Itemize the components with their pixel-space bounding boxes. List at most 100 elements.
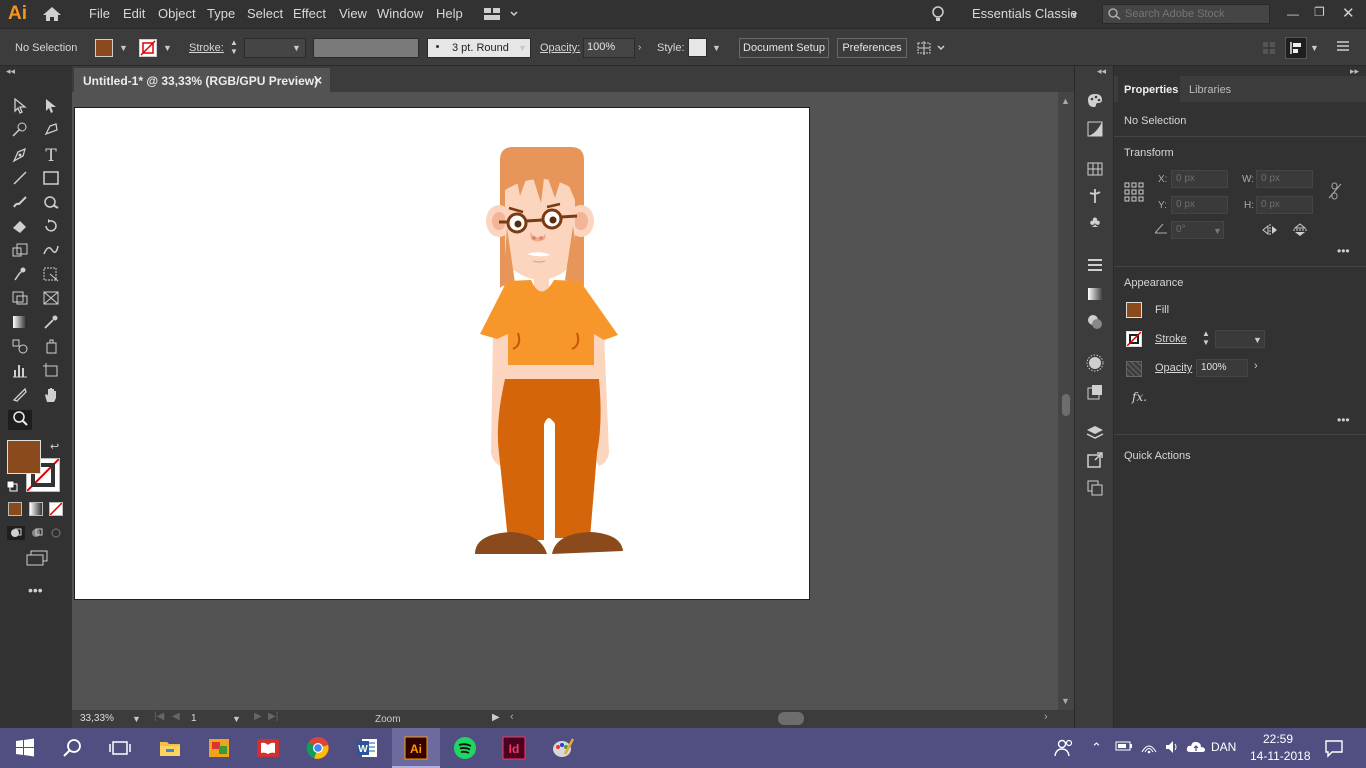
fill-swatch[interactable] [95, 39, 113, 57]
stroke-stepper[interactable]: ▲ ▼ [230, 38, 238, 56]
collapse-panel-icon[interactable]: ◂◂ [6, 66, 15, 77]
appearance-fill-swatch[interactable] [1126, 302, 1142, 318]
draw-normal-icon[interactable] [7, 526, 25, 540]
gradient-tool-icon[interactable] [8, 314, 32, 334]
menu-type[interactable]: Type [207, 6, 235, 21]
type-tool-icon[interactable]: T [39, 146, 63, 166]
input-language[interactable]: DAN [1211, 740, 1236, 754]
chevron-down-icon[interactable]: ▼ [1070, 10, 1079, 20]
w-field[interactable]: 0 px [1256, 170, 1313, 188]
eyedropper-tool-icon[interactable] [39, 314, 63, 334]
rectangle-tool-icon[interactable] [39, 170, 63, 190]
scroll-down-icon[interactable]: ▼ [1061, 696, 1070, 706]
more-tools-icon[interactable]: ••• [28, 582, 43, 598]
direct-selection-tool-icon[interactable] [39, 98, 63, 118]
puppet-warp-tool-icon[interactable] [8, 266, 32, 286]
photo-gallery-icon[interactable] [207, 736, 231, 760]
search-input[interactable] [1125, 6, 1265, 22]
windows-start-icon[interactable] [13, 736, 37, 760]
scroll-up-icon[interactable]: ▲ [1061, 96, 1070, 106]
scroll-thumb[interactable] [1062, 394, 1070, 416]
restore-icon[interactable]: ❐ [1314, 5, 1325, 19]
hand-tool-icon[interactable] [39, 386, 63, 406]
appearance-stroke-dropdown-icon[interactable]: ▼ [1253, 335, 1262, 345]
people-icon[interactable] [1052, 736, 1076, 760]
close-tab-icon[interactable]: × [314, 72, 322, 88]
menu-window[interactable]: Window [377, 6, 423, 21]
constrain-proportions-icon[interactable] [1327, 182, 1343, 203]
menu-help[interactable]: Help [436, 6, 463, 21]
spotify-icon[interactable] [453, 736, 477, 760]
magic-wand-tool-icon[interactable] [8, 122, 32, 142]
graphic-styles-icon[interactable] [1086, 383, 1104, 401]
artboard-number-field[interactable]: 1 [188, 712, 228, 726]
transform-icon[interactable] [917, 40, 947, 59]
artboard[interactable] [74, 107, 810, 600]
lightbulb-icon[interactable] [930, 5, 946, 26]
next-artboard-icon[interactable]: ▶ [254, 711, 262, 722]
clock-time[interactable]: 22:59 [1263, 732, 1293, 746]
volume-icon[interactable] [1165, 740, 1181, 757]
action-center-icon[interactable] [1322, 736, 1346, 760]
indesign-icon[interactable]: Id [502, 736, 526, 760]
gradient-mode-icon[interactable] [29, 502, 43, 516]
document-setup-button[interactable]: Document Setup [739, 38, 829, 58]
brush-definition[interactable]: 3 pt. Round [427, 38, 531, 58]
isolate-icon[interactable] [1262, 41, 1276, 58]
appearance-stroke-stepper[interactable]: ▲ ▼ [1202, 329, 1210, 347]
stroke-dropdown-icon[interactable]: ▼ [163, 43, 172, 53]
collapse-dock-icon[interactable]: ◂◂ [1097, 66, 1106, 77]
workspace-switcher[interactable]: Essentials Classic [972, 6, 1077, 21]
vertical-scrollbar[interactable]: ▲ ▼ [1058, 92, 1074, 710]
gradient-panel-icon[interactable] [1086, 285, 1104, 303]
column-graph-tool-icon[interactable] [8, 362, 32, 382]
first-artboard-icon[interactable]: |◀ [154, 711, 164, 722]
swap-colors-icon[interactable]: ↩ [50, 440, 59, 453]
reference-point-icon[interactable] [1124, 182, 1144, 205]
menu-view[interactable]: View [339, 6, 367, 21]
panel-menu-icon[interactable] [1336, 40, 1350, 55]
paint-app-icon[interactable] [551, 736, 575, 760]
appearance-panel-icon[interactable] [1086, 354, 1104, 372]
stroke-weight-dropdown-icon[interactable]: ▼ [292, 43, 301, 53]
blend-tool-icon[interactable] [8, 338, 32, 358]
appearance-opacity-expand-icon[interactable]: › [1254, 360, 1258, 372]
tab-libraries[interactable]: Libraries [1189, 84, 1231, 96]
artboard-dropdown-icon[interactable]: ▼ [232, 714, 241, 724]
search-stock-box[interactable] [1102, 4, 1270, 24]
warp-tool-icon[interactable] [39, 242, 63, 262]
line-tool-icon[interactable] [8, 170, 32, 190]
arrange-documents-icon[interactable] [484, 7, 520, 24]
style-dropdown-icon[interactable]: ▼ [712, 43, 721, 53]
home-icon[interactable] [42, 6, 62, 25]
appearance-stroke-swatch[interactable] [1126, 331, 1142, 347]
scale-tool-icon[interactable] [8, 242, 32, 262]
hscroll-thumb[interactable] [778, 712, 804, 725]
illustrator-taskbar-icon[interactable]: Ai [404, 736, 428, 760]
align-dropdown-icon[interactable]: ▼ [1310, 43, 1319, 53]
show-hidden-icons[interactable]: ⌃ [1091, 740, 1102, 756]
appearance-opacity-field[interactable]: 100% [1196, 359, 1248, 377]
hscroll-right-icon[interactable]: › [1044, 711, 1048, 723]
opacity-field[interactable]: 100% [583, 38, 635, 58]
export-icon[interactable] [1086, 451, 1104, 469]
character-illustration[interactable] [75, 108, 811, 601]
default-colors-icon[interactable] [6, 480, 18, 495]
clock-date[interactable]: 14-11-2018 [1250, 749, 1311, 763]
rotate-tool-icon[interactable] [39, 218, 63, 238]
word-icon[interactable]: W [355, 736, 379, 760]
swatches-icon[interactable] [1086, 160, 1104, 178]
search-taskbar-icon[interactable] [61, 736, 85, 760]
variable-width-profile[interactable] [313, 38, 419, 58]
status-menu-icon[interactable]: ▶ [492, 712, 500, 723]
last-artboard-icon[interactable]: ▶| [268, 711, 278, 722]
fill-color-box[interactable] [7, 440, 41, 474]
flip-horizontal-icon[interactable] [1262, 223, 1278, 240]
stroke-swatch[interactable] [139, 39, 157, 57]
pen-tool-icon[interactable] [8, 146, 32, 166]
fill-dropdown-icon[interactable]: ▼ [119, 43, 128, 53]
draw-behind-icon[interactable] [28, 526, 46, 543]
brush-dropdown-icon[interactable]: ▼ [518, 43, 527, 53]
menu-file[interactable]: File [89, 6, 110, 21]
selection-tool-icon[interactable] [8, 97, 32, 118]
